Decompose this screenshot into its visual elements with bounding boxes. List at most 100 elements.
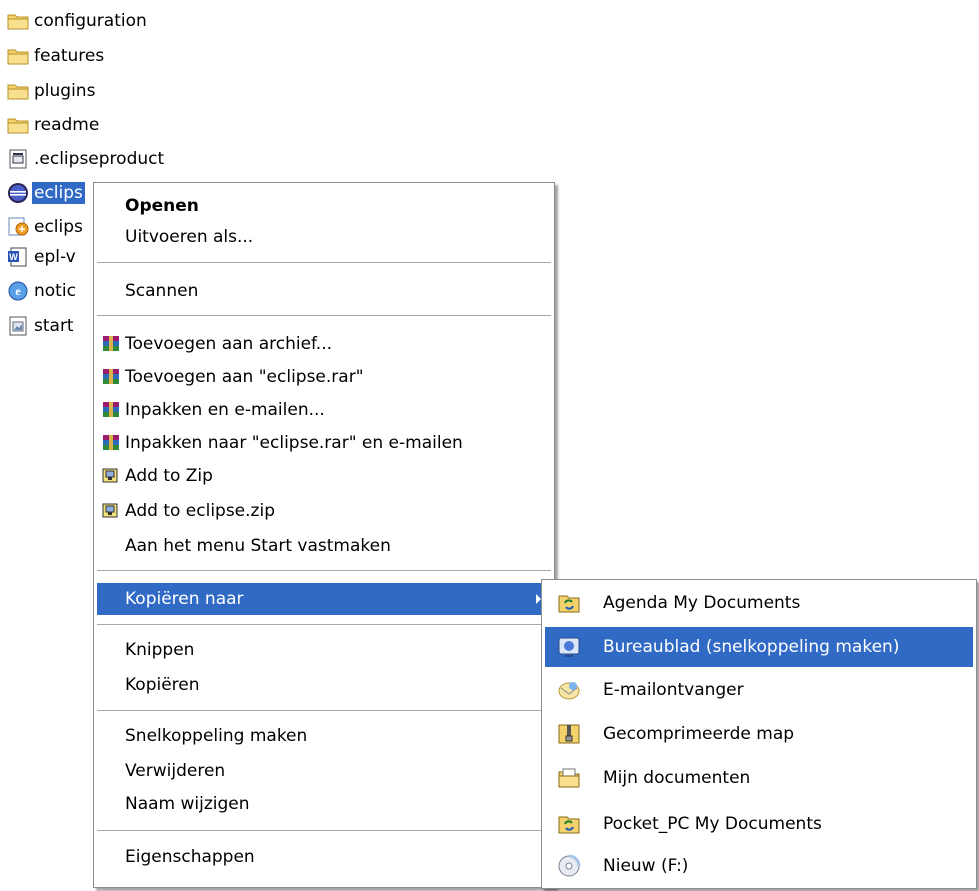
menu-item-label: Verwijderen — [125, 761, 226, 781]
desktop-icon — [557, 635, 581, 659]
svg-text:W: W — [9, 252, 18, 262]
folder-icon — [6, 44, 30, 68]
submenu-item-pocket-pc[interactable]: Pocket_PC My Documents — [545, 804, 973, 844]
winzip-icon — [101, 502, 121, 520]
file-item-startup[interactable]: start — [6, 313, 76, 339]
file-name: .eclipseproduct — [34, 149, 165, 169]
winrar-icon — [101, 335, 121, 353]
file-name: epl-v — [34, 247, 76, 267]
menu-separator — [97, 315, 551, 316]
menu-item-label: Eigenschappen — [125, 847, 255, 867]
file-item-features[interactable]: features — [6, 43, 106, 69]
html-doc-icon: e — [6, 279, 30, 303]
menu-item-label: Add to Zip — [125, 466, 213, 486]
folder-icon — [6, 113, 30, 137]
menu-separator — [97, 262, 551, 263]
menu-item-label: Kopiëren — [125, 675, 200, 695]
submenu-item-label: Bureaublad (snelkoppeling maken) — [603, 637, 900, 657]
file-item-eclipse-exe[interactable]: eclips — [6, 180, 85, 206]
submenu-item-mail-recipient[interactable]: E-mailontvanger — [545, 670, 973, 710]
context-menu: Openen Uitvoeren als... Scannen Toevoege… — [93, 182, 555, 888]
menu-item-pack-email[interactable]: Inpakken en e-mailen... — [97, 394, 551, 426]
word-doc-icon: W — [6, 245, 30, 269]
winrar-icon — [101, 434, 121, 452]
submenu-item-agenda-my-documents[interactable]: Agenda My Documents — [545, 583, 973, 623]
zip-folder-icon — [557, 722, 581, 746]
submenu-item-label: Pocket_PC My Documents — [603, 814, 822, 834]
menu-item-cut[interactable]: Knippen — [97, 634, 551, 666]
menu-item-add-to-zip[interactable]: Add to Zip — [97, 460, 551, 492]
menu-item-label: Knippen — [125, 640, 195, 660]
eclipse-app-icon — [6, 181, 30, 205]
menu-separator — [97, 710, 551, 711]
my-documents-icon — [557, 766, 581, 790]
submenu-item-compressed-folder[interactable]: Gecomprimeerde map — [545, 714, 973, 754]
menu-item-label: Toevoegen aan archief... — [125, 334, 333, 354]
menu-item-open[interactable]: Openen — [97, 190, 551, 222]
file-item-plugins[interactable]: plugins — [6, 78, 97, 104]
file-name: eclips — [34, 217, 83, 237]
submenu-item-my-documents[interactable]: Mijn documenten — [545, 758, 973, 798]
menu-item-copy-to[interactable]: Kopiëren naar — [97, 583, 551, 615]
file-name: configuration — [34, 11, 147, 31]
menu-item-label: Inpakken naar "eclipse.rar" en e-mailen — [125, 433, 463, 453]
menu-item-rename[interactable]: Naam wijzigen — [97, 788, 551, 820]
menu-item-run-as[interactable]: Uitvoeren als... — [97, 221, 551, 253]
menu-item-label: Uitvoeren als... — [125, 227, 254, 247]
file-item-epl[interactable]: W epl-v — [6, 244, 78, 270]
cd-drive-icon — [557, 854, 581, 878]
eclipse-ini-icon — [6, 215, 30, 239]
menu-item-label: Kopiëren naar — [125, 589, 244, 609]
svg-text:e: e — [15, 284, 21, 298]
file-item-eclipse-ini[interactable]: eclips — [6, 214, 85, 240]
submenu-item-label: Nieuw (F:) — [603, 856, 689, 876]
image-file-icon — [6, 314, 30, 338]
sync-folder-icon — [557, 812, 581, 836]
file-name: start — [34, 316, 74, 336]
file-item-notice[interactable]: e notic — [6, 278, 78, 304]
file-name: plugins — [34, 81, 96, 101]
menu-item-label: Add to eclipse.zip — [125, 501, 275, 521]
file-name: notic — [34, 281, 76, 301]
file-name: eclips — [32, 182, 85, 204]
menu-item-label: Scannen — [125, 281, 199, 301]
menu-item-add-to-eclipse-zip[interactable]: Add to eclipse.zip — [97, 495, 551, 527]
submenu-item-label: E-mailontvanger — [603, 680, 744, 700]
mail-recipient-icon — [557, 678, 581, 702]
menu-separator — [97, 624, 551, 625]
menu-item-add-to-rar[interactable]: Toevoegen aan "eclipse.rar" — [97, 361, 551, 393]
menu-item-pack-rar-email[interactable]: Inpakken naar "eclipse.rar" en e-mailen — [97, 427, 551, 459]
menu-item-scan[interactable]: Scannen — [97, 275, 551, 307]
winzip-icon — [101, 467, 121, 485]
folder-icon — [6, 9, 30, 33]
file-name: readme — [34, 115, 100, 135]
menu-separator — [97, 570, 551, 571]
file-name: features — [34, 46, 105, 66]
submenu-item-label: Gecomprimeerde map — [603, 724, 795, 744]
menu-item-copy[interactable]: Kopiëren — [97, 669, 551, 701]
sync-folder-icon — [557, 591, 581, 615]
submenu-item-desktop[interactable]: Bureaublad (snelkoppeling maken) — [545, 627, 973, 667]
menu-item-create-shortcut[interactable]: Snelkoppeling maken — [97, 720, 551, 752]
folder-icon — [6, 79, 30, 103]
file-item-readme[interactable]: readme — [6, 112, 101, 138]
submenu-item-label: Mijn documenten — [603, 768, 751, 788]
submenu-item-label: Agenda My Documents — [603, 593, 801, 613]
menu-item-pin-start[interactable]: Aan het menu Start vastmaken — [97, 530, 551, 562]
menu-item-label: Snelkoppeling maken — [125, 726, 308, 746]
winrar-icon — [101, 368, 121, 386]
menu-item-label: Naam wijzigen — [125, 794, 250, 814]
submenu-item-new-drive[interactable]: Nieuw (F:) — [545, 846, 973, 886]
menu-item-properties[interactable]: Eigenschappen — [97, 841, 551, 873]
config-file-icon — [6, 147, 30, 171]
winrar-icon — [101, 401, 121, 419]
copy-to-submenu: Agenda My Documents Bureaublad (snelkopp… — [541, 579, 977, 889]
menu-item-label: Toevoegen aan "eclipse.rar" — [125, 367, 364, 387]
menu-item-label: Inpakken en e-mailen... — [125, 400, 325, 420]
menu-item-label: Openen — [125, 196, 199, 216]
menu-item-add-to-archive[interactable]: Toevoegen aan archief... — [97, 328, 551, 360]
file-item-configuration[interactable]: configuration — [6, 8, 149, 34]
menu-item-delete[interactable]: Verwijderen — [97, 755, 551, 787]
menu-separator — [97, 830, 551, 831]
file-item-eclipseproduct[interactable]: .eclipseproduct — [6, 146, 166, 172]
